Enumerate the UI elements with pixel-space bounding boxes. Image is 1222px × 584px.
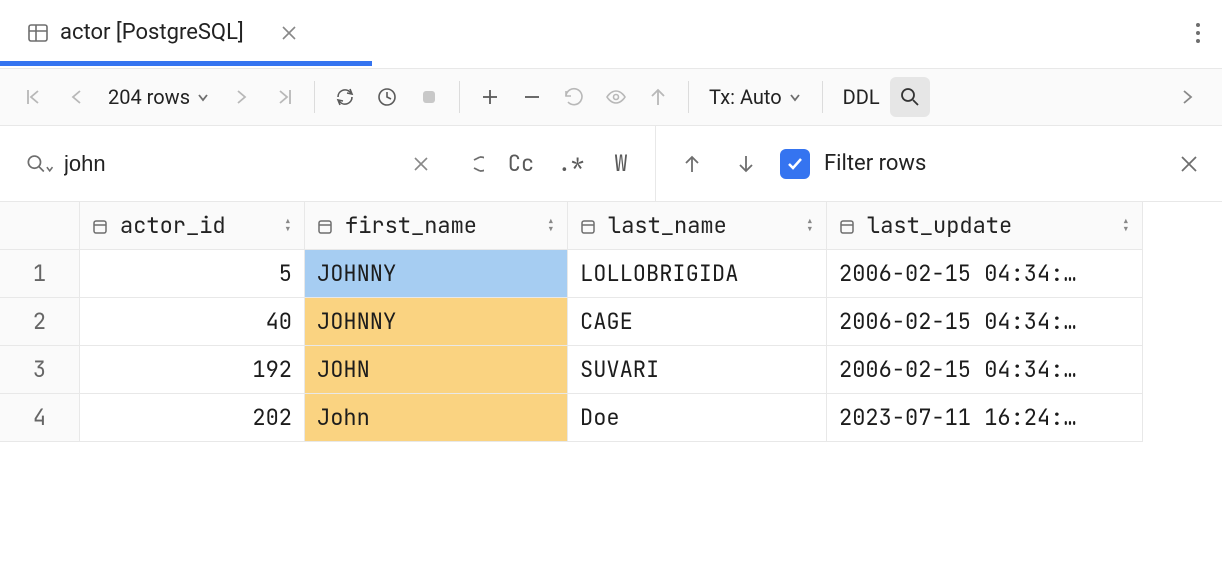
column-header-first-name[interactable]: first_name ▴▾ (305, 202, 568, 250)
cell-first-name[interactable]: John (305, 394, 568, 442)
cell-first-name[interactable]: JOHN (305, 346, 568, 394)
cell-last-update[interactable]: 2006-02-15 04:34:… (827, 346, 1143, 394)
preview-changes-button[interactable] (596, 77, 636, 117)
revert-button[interactable] (554, 77, 594, 117)
cell-first-name[interactable]: JOHNNY (305, 298, 568, 346)
close-filter-button[interactable] (1172, 147, 1206, 181)
column-icon (839, 216, 859, 236)
remove-row-button[interactable] (512, 77, 552, 117)
tab-underline (0, 61, 372, 66)
filter-rows-label: Filter rows (824, 151, 926, 176)
clear-search-button[interactable] (401, 144, 441, 184)
column-icon (317, 216, 337, 236)
find-button[interactable] (890, 77, 930, 117)
rows-count-label: 204 rows (108, 85, 190, 109)
tab-bar: actor [PostgreSQL] (0, 0, 1222, 68)
column-header-last-name[interactable]: last_name ▴▾ (568, 202, 827, 250)
filter-bar: Cc .* W Filter rows (0, 126, 1222, 202)
data-table: actor_id ▴▾ first_name ▴▾ last_name ▴▾ l… (0, 202, 1222, 442)
sort-indicator-icon: ▴▾ (284, 218, 292, 234)
cell-last-update[interactable]: 2023-07-11 16:24:… (827, 394, 1143, 442)
submit-button[interactable] (638, 77, 678, 117)
auto-refresh-button[interactable] (367, 77, 407, 117)
filter-rows-checkbox[interactable] (780, 149, 810, 179)
column-header-last-update[interactable]: last_update ▴▾ (827, 202, 1143, 250)
cell-actor-id[interactable]: 40 (80, 298, 305, 346)
cell-actor-id[interactable]: 5 (80, 250, 305, 298)
refresh-button[interactable] (325, 77, 365, 117)
words-button[interactable]: W (601, 144, 641, 184)
cell-last-name[interactable]: Doe (568, 394, 827, 442)
add-row-button[interactable] (470, 77, 510, 117)
row-number[interactable]: 4 (0, 394, 80, 442)
ddl-label: DDL (843, 85, 880, 109)
tx-mode-button[interactable]: Tx: Auto (699, 85, 812, 109)
prev-match-button[interactable] (672, 144, 712, 184)
search-icon[interactable] (26, 153, 54, 175)
prev-page-button[interactable] (56, 77, 96, 117)
cell-last-update[interactable]: 2006-02-15 04:34:… (827, 298, 1143, 346)
tx-mode-label: Tx: Auto (709, 85, 782, 109)
next-page-button[interactable] (222, 77, 262, 117)
ddl-button[interactable]: DDL (833, 85, 890, 109)
cell-actor-id[interactable]: 192 (80, 346, 305, 394)
sort-indicator-icon: ▴▾ (547, 218, 555, 234)
sort-indicator-icon: ▴▾ (806, 218, 814, 234)
sort-indicator-icon: ▴▾ (1122, 218, 1130, 234)
last-page-button[interactable] (264, 77, 304, 117)
row-number[interactable]: 1 (0, 250, 80, 298)
regex-button[interactable]: .* (551, 144, 591, 184)
rows-count[interactable]: 204 rows (98, 85, 220, 109)
column-key-icon (92, 216, 112, 236)
tab-close-button[interactable] (274, 24, 304, 42)
column-icon (580, 216, 600, 236)
match-case-button[interactable]: Cc (501, 144, 541, 184)
cell-last-update[interactable]: 2006-02-15 04:34:… (827, 250, 1143, 298)
search-input[interactable] (64, 151, 391, 177)
table-icon (26, 21, 50, 45)
cell-actor-id[interactable]: 202 (80, 394, 305, 442)
toolbar: 204 rows (0, 68, 1222, 126)
tab-actor[interactable]: actor [PostgreSQL] (18, 14, 312, 51)
cell-first-name[interactable]: JOHNNY (305, 250, 568, 298)
tab-title: actor [PostgreSQL] (60, 20, 244, 45)
more-menu-button[interactable] (1184, 19, 1212, 47)
toolbar-more-button[interactable] (1168, 77, 1208, 117)
cell-last-name[interactable]: CAGE (568, 298, 827, 346)
next-match-button[interactable] (726, 144, 766, 184)
history-icon[interactable] (451, 144, 491, 184)
column-header-actor-id[interactable]: actor_id ▴▾ (80, 202, 305, 250)
stop-button[interactable] (409, 77, 449, 117)
row-number-header[interactable] (0, 202, 80, 250)
cell-last-name[interactable]: SUVARI (568, 346, 827, 394)
row-number[interactable]: 3 (0, 346, 80, 394)
row-number[interactable]: 2 (0, 298, 80, 346)
cell-last-name[interactable]: LOLLOBRIGIDA (568, 250, 827, 298)
first-page-button[interactable] (14, 77, 54, 117)
